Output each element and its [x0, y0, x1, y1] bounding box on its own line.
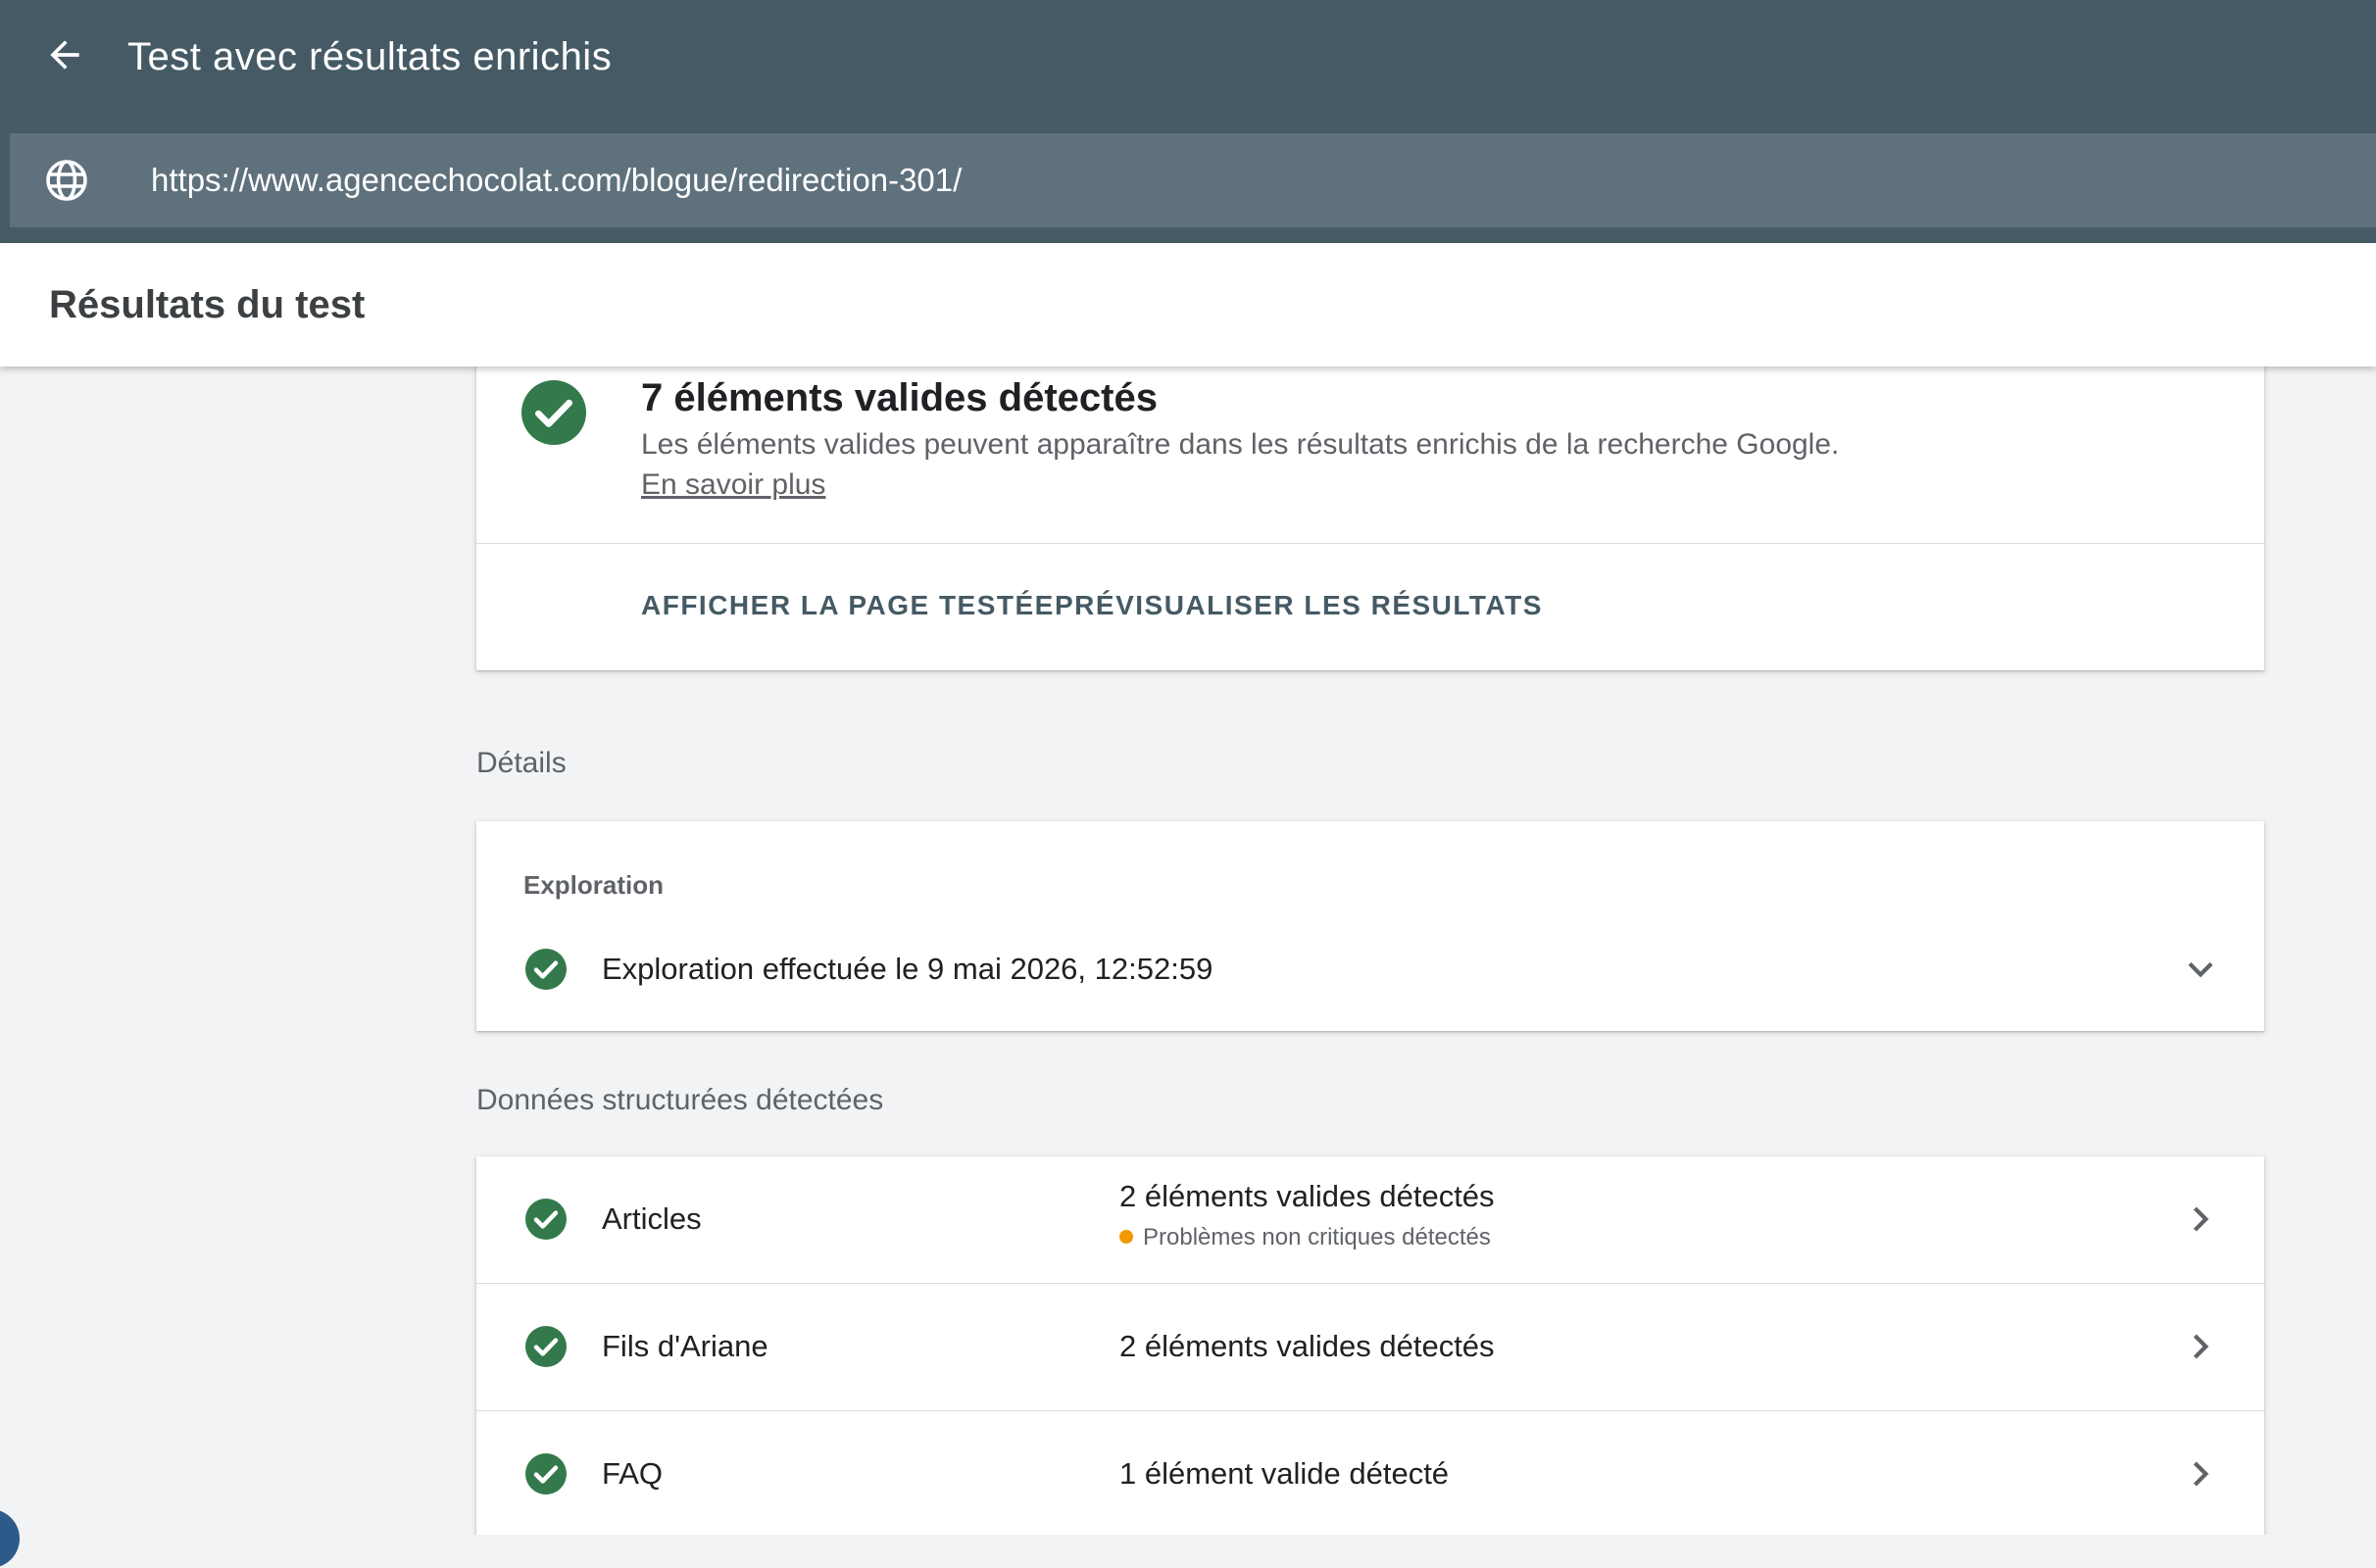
results-content[interactable]: 7 éléments valides détectés Les éléments…	[0, 367, 2376, 1535]
check-circle-icon	[525, 1453, 567, 1494]
app-bar: Test avec résultats enrichis https://www…	[0, 0, 2376, 243]
chevron-right-icon	[2193, 1334, 2209, 1359]
tested-url[interactable]: https://www.agencechocolat.com/blogue/re…	[151, 133, 962, 227]
results-header: Résultats du test	[0, 243, 2376, 367]
structured-data-section-label: Données structurées détectées	[476, 1084, 884, 1116]
chevron-right-icon	[2193, 1461, 2209, 1487]
exploration-card[interactable]: Exploration Exploration effectuée le 9 m…	[476, 821, 2264, 1031]
structured-item-name: Articles	[602, 1201, 702, 1236]
summary-description: Les éléments valides peuvent apparaître …	[641, 424, 1876, 505]
check-circle-icon	[525, 949, 567, 990]
results-title: Résultats du test	[49, 283, 366, 326]
globe-icon	[46, 160, 87, 201]
app-title: Test avec résultats enrichis	[127, 35, 613, 78]
arrow-back-icon	[50, 40, 79, 70]
structured-data-card: Articles 2 éléments valides détectés Pro…	[476, 1156, 2264, 1535]
exploration-heading: Exploration	[523, 870, 665, 900]
summary-card: 7 éléments valides détectés Les éléments…	[476, 367, 2264, 670]
details-section-label: Détails	[476, 747, 567, 779]
structured-item-name: Fils d'Ariane	[602, 1329, 768, 1363]
exploration-status: Exploration effectuée le 9 mai 2026, 12:…	[602, 952, 1213, 986]
structured-item-status: 1 élément valide détecté	[1119, 1456, 1450, 1491]
learn-more-link[interactable]: En savoir plus	[641, 468, 825, 501]
structured-item-faq[interactable]: FAQ 1 élément valide détecté	[476, 1411, 2264, 1535]
chevron-right-icon	[2193, 1206, 2209, 1232]
structured-item-status: 2 éléments valides détectés	[1119, 1329, 1495, 1363]
warning-dot-icon	[1119, 1229, 1133, 1244]
check-circle-icon	[525, 1199, 567, 1240]
divider	[476, 543, 2264, 544]
summary-description-text: Les éléments valides peuvent apparaître …	[641, 428, 1840, 461]
structured-item-breadcrumbs[interactable]: Fils d'Ariane 2 éléments valides détecté…	[476, 1284, 2264, 1409]
structured-item-status: 2 éléments valides détectés	[1119, 1179, 1495, 1213]
url-bar[interactable]: https://www.agencechocolat.com/blogue/re…	[10, 133, 2376, 227]
warning-text: Problèmes non critiques détectés	[1143, 1224, 1491, 1250]
view-tested-page-button[interactable]: AFFICHER LA PAGE TESTÉE	[641, 566, 1055, 645]
warning-status: Problèmes non critiques détectés	[1119, 1221, 1491, 1254]
structured-item-name: FAQ	[602, 1456, 664, 1491]
check-circle-icon	[521, 380, 586, 445]
structured-item-articles[interactable]: Articles 2 éléments valides détectés Pro…	[476, 1156, 2264, 1282]
summary-title: 7 éléments valides détectés	[641, 376, 1158, 419]
chevron-down-icon[interactable]	[2176, 945, 2225, 994]
preview-results-button[interactable]: PRÉVISUALISER LES RÉSULTATS	[1055, 566, 1543, 645]
check-circle-icon	[525, 1326, 567, 1367]
back-button[interactable]	[37, 27, 92, 82]
